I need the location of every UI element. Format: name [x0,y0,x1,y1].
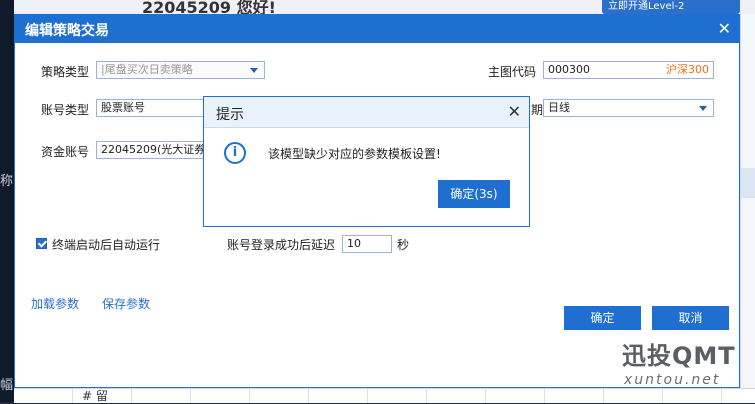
fund-account-select[interactable]: 22045209(光大证券) [96,141,216,159]
fund-account-value: 22045209(光大证券) [101,143,210,156]
watermark: 迅投QMT xuntou.net [622,336,736,388]
app-header: 22045209 您好! 立即开通Level-2 [14,0,755,17]
dialog-close-icon[interactable]: ✕ [718,21,731,37]
save-params-link[interactable]: 保存参数 [102,295,150,312]
fund-account-label: 资金账号 [41,145,90,159]
load-params-link[interactable]: 加载参数 [31,295,79,312]
info-icon: i [224,142,246,164]
delay-value: 10 [347,237,361,250]
strategy-type-value: |尾盘买次日卖策略 [101,63,193,76]
main-code-value: 000300 [548,63,590,76]
right-panel [740,14,755,402]
left-panel: 称 幅 [0,0,14,402]
prompt-title: 提示 [216,107,244,123]
period-value: 日线 [548,101,570,114]
account-type-value: 股票账号 [101,101,145,114]
autorun-label: 终端启动后自动运行 [52,238,161,252]
prompt-dialog: 提示 ✕ i 该模型缺少对应的参数模板设置! 确定(3s) [203,96,530,227]
left-glyph-1: 称 [0,174,14,189]
period-select[interactable]: 日线 [543,99,714,117]
main-code-label: 主图代码 [488,65,537,79]
right-panel-band [741,168,755,198]
prompt-close-icon[interactable]: ✕ [508,104,521,120]
bottom-text: # 留 [82,389,108,403]
level2-button[interactable]: 立即开通Level-2 [602,0,740,14]
prompt-ok-button[interactable]: 确定(3s) [438,180,510,208]
watermark-domain: xuntou.net [624,372,721,388]
delay-input[interactable]: 10 [342,235,392,253]
account-type-label: 账号类型 [41,103,90,117]
period-label: 期 [531,103,544,117]
table-grid [14,389,755,403]
bottom-table: # 留 [14,388,755,403]
strategy-type-label: 策略类型 [41,65,90,79]
delay-unit: 秒 [397,238,410,252]
chevron-down-icon [699,106,707,111]
confirm-button[interactable]: 确定 [564,306,641,330]
index-name-tag: 沪深300 [666,63,709,76]
cancel-button[interactable]: 取消 [652,306,729,330]
strategy-type-select[interactable]: |尾盘买次日卖策略 [96,61,265,79]
prompt-title-bar[interactable]: 提示 ✕ [204,97,529,128]
dialog-title-bar[interactable]: 编辑策略交易 ✕ [15,15,739,43]
chevron-down-icon [250,68,258,73]
main-code-input[interactable]: 000300 沪深300 [543,61,714,79]
left-glyph-2: 幅 [0,378,14,393]
dialog-title: 编辑策略交易 [25,23,109,39]
autorun-checkbox[interactable] [36,238,47,249]
watermark-brand: 迅投QMT [622,342,736,370]
account-type-select[interactable]: 股票账号 [96,99,216,117]
prompt-message: 该模型缺少对应的参数模板设置! [268,147,441,161]
delay-label: 账号登录成功后延迟 [227,238,336,252]
